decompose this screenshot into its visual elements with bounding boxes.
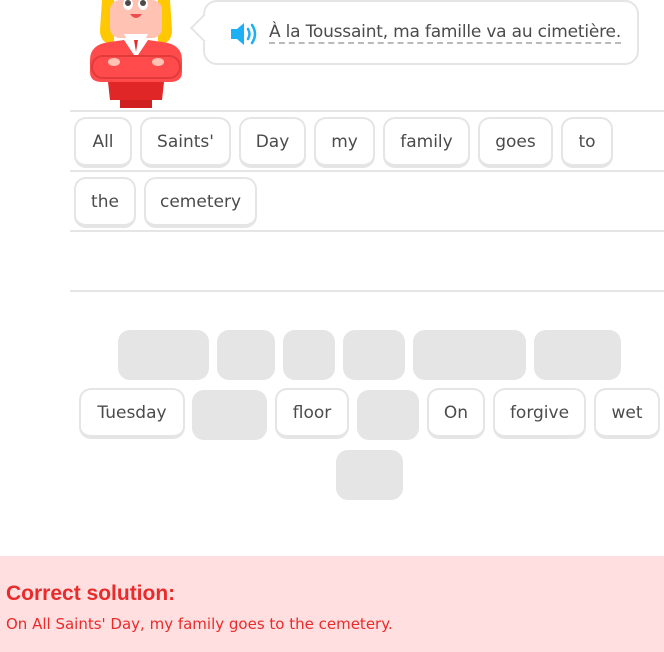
answer-word-chip[interactable]: my — [314, 117, 375, 168]
word-bank-empty-slot — [217, 330, 275, 380]
word-bank-chip[interactable]: On — [427, 388, 485, 439]
answer-line — [70, 290, 664, 292]
character-avatar — [80, 0, 192, 110]
word-bank-chip[interactable]: floor — [275, 388, 349, 439]
answer-word-chip[interactable]: family — [383, 117, 470, 168]
word-bank-empty-slot — [357, 390, 419, 440]
word-bank-empty-slot — [192, 390, 267, 440]
speech-bubble: À la Toussaint, ma famille va au cimetiè… — [203, 0, 639, 65]
speaker-icon[interactable] — [229, 20, 259, 48]
word-bank-chip[interactable]: Tuesday — [79, 388, 185, 439]
answer-line — [70, 170, 664, 172]
prompt-sentence[interactable]: À la Toussaint, ma famille va au cimetiè… — [269, 22, 621, 42]
answer-word-chip[interactable]: cemetery — [144, 177, 257, 228]
answer-word-chip[interactable]: the — [74, 177, 136, 228]
answer-line — [70, 110, 664, 112]
word-bank-chip[interactable]: forgive — [493, 388, 586, 439]
correct-solution-text: On All Saints' Day, my family goes to th… — [6, 615, 393, 633]
word-bank-chip[interactable]: wet — [594, 388, 660, 439]
answer-word-chip[interactable]: Day — [239, 117, 306, 168]
answer-word-chip[interactable]: Saints' — [140, 117, 231, 168]
answer-word-chip[interactable]: to — [561, 117, 613, 168]
word-bank-empty-slot — [343, 330, 405, 380]
answer-word-chip[interactable]: All — [74, 117, 132, 168]
word-bank-empty-slot — [534, 330, 621, 380]
word-bank-empty-slot — [283, 330, 335, 380]
word-bank-empty-slot — [413, 330, 526, 380]
answer-line — [70, 230, 664, 232]
word-bank-empty-slot — [118, 330, 209, 380]
answer-word-chip[interactable]: goes — [478, 117, 553, 168]
result-title: Correct solution: — [6, 582, 176, 605]
word-bank-empty-slot — [336, 450, 403, 500]
